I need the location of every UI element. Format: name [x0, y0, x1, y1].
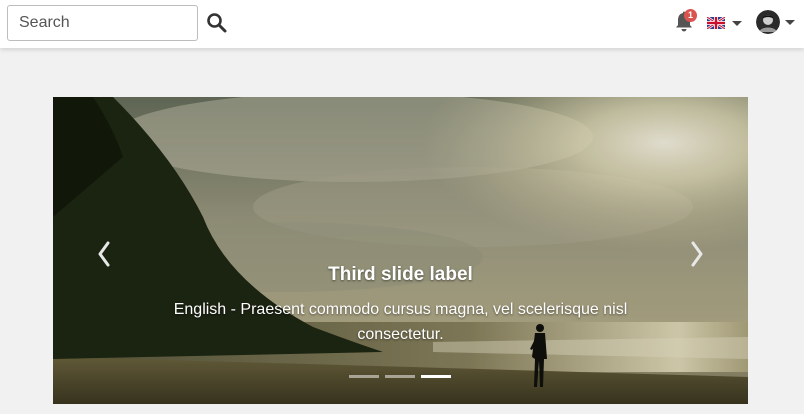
slide-caption-text: English - Praesent commodo cursus magna,…	[173, 301, 628, 343]
search-button[interactable]	[206, 12, 228, 34]
top-navbar: 1	[0, 0, 804, 48]
search-input[interactable]	[7, 5, 198, 41]
language-selector[interactable]	[706, 15, 742, 31]
slide-caption-title: Third slide label	[328, 264, 473, 285]
notification-count-badge: 1	[684, 9, 697, 22]
user-menu[interactable]	[756, 10, 796, 36]
image-carousel: Third slide label English - Praesent com…	[53, 97, 748, 404]
carousel-indicator-3[interactable]	[421, 375, 451, 378]
carousel-indicators	[349, 375, 451, 379]
carousel-indicator-1[interactable]	[349, 375, 379, 378]
uk-flag-icon	[707, 17, 725, 29]
search-icon	[207, 13, 227, 33]
slide-image	[53, 97, 748, 404]
carousel-indicator-2[interactable]	[385, 375, 415, 378]
chevron-down-icon	[785, 20, 795, 25]
chevron-down-icon	[732, 21, 742, 26]
avatar	[756, 10, 780, 34]
